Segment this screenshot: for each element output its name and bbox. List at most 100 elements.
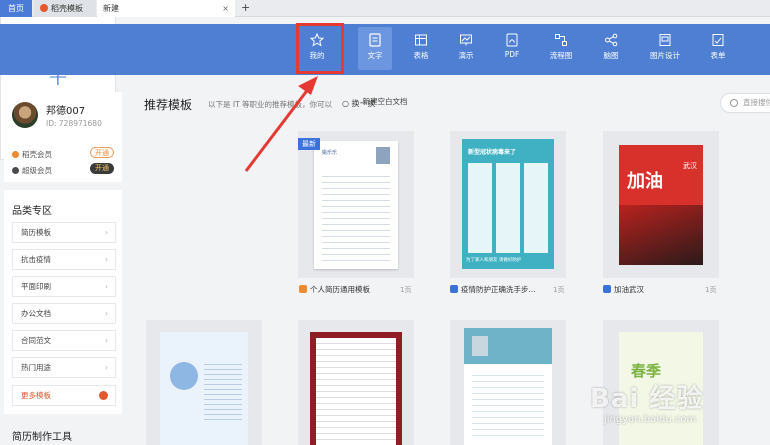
docer-member-row: 稻壳会员 [12,149,52,160]
page-count: 1页 [400,286,412,294]
super-member-icon [12,167,19,174]
open-docer-member-button[interactable]: 开通 [90,147,114,158]
category-label: 合同范文 [21,336,51,345]
handwash-poster: 新型冠状病毒来了 为了家人和朋友 请做好防护 [462,139,554,269]
template-caption[interactable]: 加油武汉 [603,284,644,295]
app-type-toolbar: 我的 文字 表格 演示 PDF 流程图 脑图 图片设计 表单 [0,24,770,75]
tab-strip: 首页 稻壳模板 新建 × + [0,0,770,17]
tool-writer[interactable]: 文字 [358,27,392,70]
category-label: 抗击疫情 [21,255,51,264]
chevron-right-icon: › [105,336,108,345]
tab-new-label: 新建 [103,4,119,13]
tab-home[interactable]: 首页 [0,0,32,17]
close-icon[interactable]: × [222,0,229,17]
health-poster [160,332,248,445]
table-icon [415,34,427,46]
tool-mindmap[interactable]: 脑图 [594,27,628,70]
tab-new[interactable]: 新建 × [97,0,235,17]
category-label: 办公文档 [21,309,51,318]
docer-member-icon [12,151,19,158]
super-member-label: 超级会员 [22,166,52,175]
chevron-right-icon: › [105,363,108,372]
resume-page: 姚乐乐 [314,141,398,269]
more-templates-link[interactable]: 更多模板 [12,385,116,406]
tool-label: 图片设计 [650,51,680,60]
notice-lines [316,338,396,445]
template-thumb-health[interactable] [146,320,262,445]
template-thumb-notice[interactable] [298,320,414,445]
watermark-url: jingyan.baidu.com [604,414,697,425]
form-icon [712,34,724,46]
tool-label: PDF [504,50,520,59]
page-count: 1页 [553,286,565,294]
template-title: 个人简历通用模板 [310,285,370,294]
category-item[interactable]: 合同范文 › [12,330,116,351]
category-label: 热门用途 [21,363,51,372]
add-tab-button[interactable]: + [241,0,250,16]
handwash-steps [468,163,548,253]
resume-photo [376,147,390,164]
wuhan-poster: 加油 武汉 [619,145,703,265]
resume2-lines [472,370,544,440]
document-icon [369,33,381,47]
pdf-icon [506,33,518,47]
category-item[interactable]: 简历模板 › [12,222,116,243]
tool-pdf[interactable]: PDF [495,27,529,70]
tab-docer-templates[interactable]: 稻壳模板 [34,0,96,17]
tool-flowchart[interactable]: 流程图 [544,27,578,70]
new-blank-label: 新建空白文档 [362,97,408,106]
chevron-right-icon: › [105,228,108,237]
chevron-right-icon: › [105,282,108,291]
tool-spreadsheet[interactable]: 表格 [404,27,438,70]
tool-label: 表单 [710,51,726,60]
template-thumb-resume2[interactable] [450,320,566,445]
resume-lines [322,171,390,261]
handwash-footer: 为了家人和朋友 请做好防护 [466,258,522,263]
watermark-logo: Bai 经验 [590,384,704,414]
resume-name: 姚乐乐 [322,150,338,156]
category-item[interactable]: 热门用途 › [12,357,116,378]
category-label: 简历模板 [21,228,51,237]
health-illustration [170,362,198,390]
health-lines [204,360,242,420]
mindmap-icon [605,33,618,47]
docer-logo-icon [40,4,48,12]
arrow-head [298,76,318,95]
wuhan-art [619,205,703,265]
user-id: ID: 728971680 [46,119,102,128]
template-thumb-resume[interactable]: 姚乐乐 [298,131,414,278]
tool-label: 演示 [458,51,474,60]
wuhan-sub: 武汉 [683,162,697,170]
tool-label: 流程图 [549,51,573,60]
category-item[interactable]: 平面印刷 › [12,276,116,297]
chevron-right-icon: › [105,255,108,264]
category-item[interactable]: 抗击疫情 › [12,249,116,270]
tool-presentation[interactable]: 演示 [449,27,483,70]
free-icon [603,285,611,293]
tab-templates-label: 稻壳模板 [51,4,83,13]
template-caption[interactable]: 疫情防护正确洗手步... [450,284,536,295]
template-caption[interactable]: 个人简历通用模板 [299,284,370,295]
handwash-title: 新型冠状病毒来了 [468,149,517,156]
template-thumb-wuhan[interactable]: 加油 武汉 [603,131,719,278]
category-item[interactable]: 办公文档 › [12,303,116,324]
newest-badge: 最新 [298,138,320,150]
chevron-right-icon: › [105,309,108,318]
open-super-member-button[interactable]: 开通 [90,163,114,174]
template-title: 加油武汉 [614,285,644,294]
resume2-page [464,328,552,445]
template-thumb-handwash[interactable]: 新型冠状病毒来了 为了家人和朋友 请做好防护 [450,131,566,278]
tool-form[interactable]: 表单 [701,27,735,70]
category-label: 平面印刷 [21,282,51,291]
docer-icon [299,285,307,293]
tool-image-design[interactable]: 图片设计 [648,27,682,70]
super-member-row: 超级会员 [12,165,52,176]
more-templates-label: 更多模板 [21,391,51,400]
category-title: 品类专区 [12,206,52,217]
resume2-photo [472,336,488,356]
tool-label: 表格 [413,51,429,60]
category-panel: 品类专区 简历模板 › 抗击疫情 › 平面印刷 › 办公文档 › 合同范文 › 热门用途 ›… [4,190,122,414]
image-design-icon [659,34,671,46]
page-count: 1页 [705,286,717,294]
tool-label: 脑图 [603,51,619,60]
